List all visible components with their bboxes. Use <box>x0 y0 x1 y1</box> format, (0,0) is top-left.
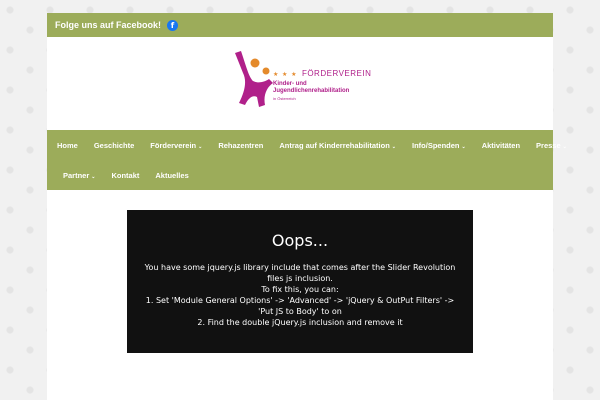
nav-item-aktivitaeten[interactable]: Aktivitäten <box>474 141 528 150</box>
nav-item-partner[interactable]: Partner ⌄ <box>49 171 103 180</box>
nav-item-foerderverein[interactable]: Förderverein ⌄ <box>142 141 210 150</box>
nav-row-2: Partner ⌄ Kontakt Aktuelles <box>49 160 551 190</box>
header: ★ ★ ★ FÖRDERVEREIN Kinder- und Jugendlic… <box>47 37 553 130</box>
error-line-3: 1. Set 'Module General Options' -> 'Adva… <box>145 296 455 316</box>
nav-label: Partner <box>63 170 90 180</box>
nav-row-1: Home Geschichte Förderverein ⌄ Rehazentre… <box>49 130 567 160</box>
nav-label: Förderverein <box>150 140 197 150</box>
logo-title: FÖRDERVEREIN <box>301 69 372 78</box>
logo-line1: Kinder- und <box>273 81 307 87</box>
error-title: Oops... <box>271 231 329 250</box>
top-bar: Folge uns auf Facebook! f <box>47 13 553 37</box>
chevron-down-icon: ⌄ <box>391 143 396 150</box>
nav-label: Presse <box>536 140 561 150</box>
nav-item-aktuelles[interactable]: Aktuelles <box>147 171 196 180</box>
error-line-4: 2. Find the double jQuery.js inclusion a… <box>197 318 403 327</box>
page-container: Folge uns auf Facebook! f ★ ★ ★ FÖRDERVE… <box>47 13 567 400</box>
nav-item-kontakt[interactable]: Kontakt <box>103 171 147 180</box>
nav-item-rehazentren[interactable]: Rehazentren <box>210 141 271 150</box>
nav-item-presse[interactable]: Presse ⌄ <box>528 141 575 150</box>
chevron-down-icon: ⌄ <box>91 173 96 180</box>
logo-text: ★ ★ ★ FÖRDERVEREIN Kinder- und Jugendlic… <box>273 63 383 102</box>
logo-stars: ★ ★ ★ <box>273 72 298 78</box>
logo-line2: Jugendlichenrehabilitation <box>273 88 350 94</box>
nav-item-geschichte[interactable]: Geschichte <box>86 141 142 150</box>
nav-label: Antrag auf Kinderrehabilitation <box>279 140 390 150</box>
facebook-icon[interactable]: f <box>167 19 179 31</box>
error-line-1: You have some jquery.js library include … <box>144 263 456 283</box>
site-logo[interactable]: ★ ★ ★ FÖRDERVEREIN Kinder- und Jugendlic… <box>229 51 379 117</box>
nav-item-home[interactable]: Home <box>49 141 86 150</box>
slider-error-box: Oops... You have some jquery.js library … <box>127 210 473 353</box>
chevron-down-icon: ⌄ <box>562 143 567 150</box>
error-message: You have some jquery.js library include … <box>127 262 473 328</box>
main-navigation: Home Geschichte Förderverein ⌄ Rehazentre… <box>47 130 567 190</box>
facebook-follow-text[interactable]: Folge uns auf Facebook! <box>55 20 161 30</box>
nav-item-info-spenden[interactable]: Info/Spenden ⌄ <box>404 141 474 150</box>
nav-label: Info/Spenden <box>412 140 460 150</box>
error-line-2: To fix this, you can: <box>261 285 339 294</box>
chevron-down-icon: ⌄ <box>198 143 203 150</box>
nav-item-antrag[interactable]: Antrag auf Kinderrehabilitation ⌄ <box>271 141 404 150</box>
logo-line3: in Österreich <box>273 96 296 101</box>
chevron-down-icon: ⌄ <box>461 143 466 150</box>
logo-figures-icon <box>235 51 273 107</box>
